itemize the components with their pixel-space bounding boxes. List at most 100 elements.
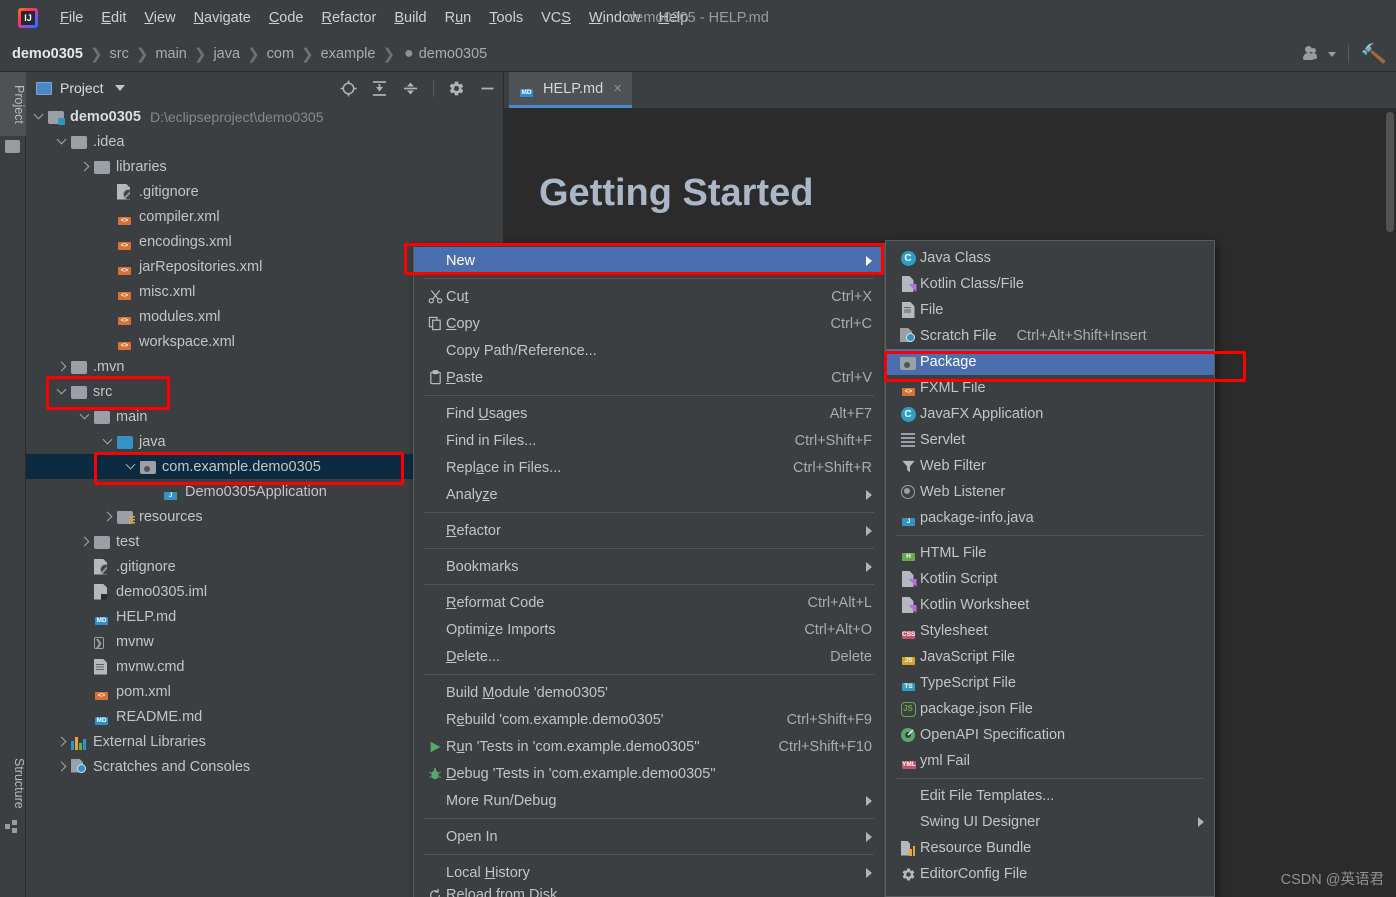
tree-node-compiler-xml[interactable]: <> compiler.xml <box>26 204 504 229</box>
structure-icon[interactable] <box>5 820 20 833</box>
submenu-item-web-filter[interactable]: Web Filter <box>886 453 1214 479</box>
chevron-right-icon[interactable] <box>57 736 68 747</box>
editor-tab-help-md[interactable]: MD HELP.md × <box>509 72 632 108</box>
chevron-right-icon[interactable] <box>80 161 91 172</box>
tree-node--gitignore[interactable]: .gitignore <box>26 179 504 204</box>
menu-vcs[interactable]: VCS <box>532 7 580 29</box>
breadcrumb-item-2[interactable]: main <box>155 46 186 62</box>
chevron-down-icon[interactable] <box>57 386 68 397</box>
chevron-down-icon[interactable] <box>80 411 91 422</box>
submenu-item-kotlin-worksheet[interactable]: Kotlin Worksheet <box>886 592 1214 618</box>
menu-refactor[interactable]: Refactor <box>313 7 386 29</box>
menu-file[interactable]: File <box>51 7 92 29</box>
menu-item-find-in-files[interactable]: Find in Files... Ctrl+Shift+F <box>414 427 884 454</box>
chevron-right-icon[interactable] <box>80 536 91 547</box>
gear-icon[interactable] <box>448 80 465 97</box>
menu-build[interactable]: Build <box>385 7 435 29</box>
breadcrumb-item-1[interactable]: src <box>110 46 129 62</box>
tree-node-libraries[interactable]: libraries <box>26 154 504 179</box>
expand-all-icon[interactable] <box>371 80 388 97</box>
chevron-right-icon[interactable] <box>57 361 68 372</box>
chevron-down-icon[interactable] <box>57 136 68 147</box>
menu-item-new[interactable]: New <box>414 247 884 274</box>
menu-code[interactable]: Code <box>260 7 313 29</box>
menu-item-find-usages[interactable]: Find Usages Alt+F7 <box>414 400 884 427</box>
submenu-item-package-info-java[interactable]: Jpackage-info.java <box>886 505 1214 531</box>
menu-item-debug-tests-in-com-example-demo0305[interactable]: Debug 'Tests in 'com.example.demo0305'' <box>414 760 884 787</box>
submenu-item-swing-ui-designer[interactable]: Swing UI Designer <box>886 809 1214 835</box>
submenu-item-edit-file-templates[interactable]: Edit File Templates... <box>886 783 1214 809</box>
menu-navigate[interactable]: Navigate <box>185 7 260 29</box>
chevron-down-icon[interactable] <box>34 111 45 122</box>
menu-item-analyze[interactable]: Analyze <box>414 481 884 508</box>
submenu-item-servlet[interactable]: Servlet <box>886 427 1214 453</box>
menu-item-local-history[interactable]: Local History <box>414 859 884 886</box>
new-submenu[interactable]: C Java Class Kotlin Class/File File Scratch … <box>885 240 1215 897</box>
menu-item-paste[interactable]: Paste Ctrl+V <box>414 364 884 391</box>
menu-item-replace-in-files[interactable]: Replace in Files... Ctrl+Shift+R <box>414 454 884 481</box>
user-accounts-icon[interactable] <box>1303 46 1323 62</box>
chevron-down-icon[interactable] <box>114 85 125 91</box>
menu-item-run-tests-in-com-example-demo0305[interactable]: Run 'Tests in 'com.example.demo0305'' Ctr… <box>414 733 884 760</box>
submenu-item-package[interactable]: Package <box>886 349 1214 375</box>
menu-item-copy-path-reference[interactable]: Copy Path/Reference... <box>414 337 884 364</box>
breadcrumb-item-5[interactable]: example <box>321 46 376 62</box>
chevron-right-icon[interactable] <box>57 761 68 772</box>
menu-item-optimize-imports[interactable]: Optimize Imports Ctrl+Alt+O <box>414 616 884 643</box>
submenu-item-javafx-application[interactable]: C JavaFX Application <box>886 401 1214 427</box>
submenu-item-html-file[interactable]: H HTML File <box>886 540 1214 566</box>
menu-tools[interactable]: Tools <box>480 7 532 29</box>
chevron-down-icon[interactable] <box>126 461 137 472</box>
breadcrumb-item-6[interactable]: demo0305 <box>419 46 488 62</box>
submenu-item-openapi-specification[interactable]: OpenAPI Specification <box>886 722 1214 748</box>
menu-item-cut[interactable]: Cut Ctrl+X <box>414 283 884 310</box>
menu-view[interactable]: View <box>135 7 184 29</box>
menu-window[interactable]: Window <box>580 7 650 29</box>
menu-item-more-run-debug[interactable]: More Run/Debug <box>414 787 884 814</box>
hide-panel-icon[interactable] <box>479 80 496 97</box>
menu-item-delete[interactable]: Delete... Delete <box>414 643 884 670</box>
submenu-item-stylesheet[interactable]: CSS Stylesheet <box>886 618 1214 644</box>
editor-scrollbar[interactable] <box>1384 108 1396 897</box>
submenu-item-resource-bundle[interactable]: Resource Bundle <box>886 835 1214 861</box>
submenu-item-java-class[interactable]: C Java Class <box>886 245 1214 271</box>
menu-item-reload-from-disk[interactable]: Reload from Disk <box>414 886 884 897</box>
tool-window-tab-structure[interactable]: Structure <box>0 744 26 822</box>
submenu-item-fxml-file[interactable]: <> FXML File <box>886 375 1214 401</box>
menu-item-rebuild-com-example-demo0305[interactable]: Rebuild 'com.example.demo0305' Ctrl+Shift… <box>414 706 884 733</box>
context-menu[interactable]: New Cut Ctrl+X Copy Ctrl+C Copy Path/Referenc… <box>413 243 885 897</box>
folder-icon[interactable] <box>5 140 20 153</box>
breadcrumb-item-4[interactable]: com <box>267 46 294 62</box>
close-icon[interactable]: × <box>613 80 622 97</box>
build-hammer-icon[interactable]: 🔨 <box>1359 40 1388 68</box>
menu-edit[interactable]: Edit <box>92 7 135 29</box>
submenu-item-yml-fail[interactable]: YML yml Fail <box>886 748 1214 774</box>
menu-item-reformat-code[interactable]: Reformat Code Ctrl+Alt+L <box>414 589 884 616</box>
submenu-item-file[interactable]: File <box>886 297 1214 323</box>
submenu-item-javascript-file[interactable]: JS JavaScript File <box>886 644 1214 670</box>
menu-item-build-module-demo0305[interactable]: Build Module 'demo0305' <box>414 679 884 706</box>
submenu-item-web-listener[interactable]: Web Listener <box>886 479 1214 505</box>
submenu-item-kotlin-class-file[interactable]: Kotlin Class/File <box>886 271 1214 297</box>
menu-item-bookmarks[interactable]: Bookmarks <box>414 553 884 580</box>
chevron-right-icon[interactable] <box>103 511 114 522</box>
menu-item-refactor[interactable]: Refactor <box>414 517 884 544</box>
submenu-item-typescript-file[interactable]: TS TypeScript File <box>886 670 1214 696</box>
tree-node--idea[interactable]: .idea <box>26 129 504 154</box>
menu-item-copy[interactable]: Copy Ctrl+C <box>414 310 884 337</box>
menu-run[interactable]: Run <box>436 7 481 29</box>
collapse-all-icon[interactable] <box>402 80 419 97</box>
menu-item-open-in[interactable]: Open In <box>414 823 884 850</box>
submenu-item-scratch-file[interactable]: Scratch File Ctrl+Alt+Shift+Insert <box>886 323 1214 349</box>
submenu-item-kotlin-script[interactable]: Kotlin Script <box>886 566 1214 592</box>
menu-help[interactable]: Help <box>649 7 697 29</box>
chevron-down-icon[interactable] <box>103 436 114 447</box>
tool-window-tab-project[interactable]: Project <box>0 72 26 136</box>
locate-icon[interactable] <box>340 80 357 97</box>
chevron-down-icon[interactable] <box>1328 51 1337 57</box>
submenu-item-editorconfig-file[interactable]: EditorConfig File <box>886 861 1214 887</box>
breadcrumb-item-3[interactable]: java <box>213 46 240 62</box>
submenu-item-package-json-file[interactable]: JS package.json File <box>886 696 1214 722</box>
breadcrumb-item-0[interactable]: demo0305 <box>12 46 83 62</box>
tree-node-demo0305[interactable]: demo0305 D:\eclipseproject\demo0305 <box>26 104 504 129</box>
